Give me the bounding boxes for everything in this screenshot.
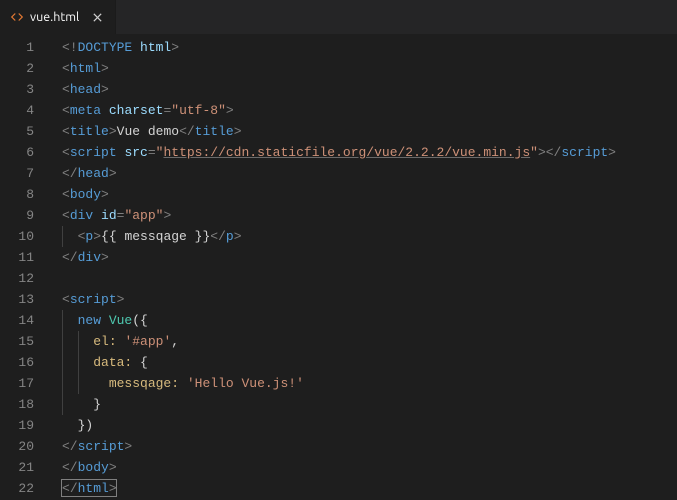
line-number: 4 (0, 100, 48, 121)
code-line[interactable]: new Vue({ (62, 310, 677, 331)
tab-filename: vue.html (30, 10, 79, 24)
code-line[interactable]: </div> (62, 247, 677, 268)
code-line[interactable]: </script> (62, 436, 677, 457)
code-area[interactable]: <!DOCTYPE html><html><head><meta charset… (48, 34, 677, 500)
code-line[interactable]: <script src="https://cdn.staticfile.org/… (62, 142, 677, 163)
tab-bar: vue.html (0, 0, 677, 34)
code-line[interactable]: </body> (62, 457, 677, 478)
code-line[interactable]: <p>{{ messqage }}</p> (62, 226, 677, 247)
line-number: 7 (0, 163, 48, 184)
line-number-gutter: 12345678910111213141516171819202122 (0, 34, 48, 500)
code-line[interactable]: </head> (62, 163, 677, 184)
line-number: 2 (0, 58, 48, 79)
line-number: 13 (0, 289, 48, 310)
line-number: 8 (0, 184, 48, 205)
code-line[interactable]: <div id="app"> (62, 205, 677, 226)
code-icon (10, 10, 24, 24)
code-line[interactable]: <!DOCTYPE html> (62, 37, 677, 58)
line-number: 3 (0, 79, 48, 100)
line-number: 19 (0, 415, 48, 436)
close-icon[interactable] (89, 9, 105, 25)
line-number: 18 (0, 394, 48, 415)
code-line[interactable]: data: { (62, 352, 677, 373)
line-number: 15 (0, 331, 48, 352)
code-line[interactable]: </html> (62, 478, 677, 499)
line-number: 17 (0, 373, 48, 394)
line-number: 11 (0, 247, 48, 268)
code-line[interactable]: <script> (62, 289, 677, 310)
code-line[interactable]: <title>Vue demo</title> (62, 121, 677, 142)
code-line[interactable] (62, 268, 677, 289)
code-line[interactable]: messqage: 'Hello Vue.js!' (62, 373, 677, 394)
code-line[interactable]: }) (62, 415, 677, 436)
code-editor[interactable]: 12345678910111213141516171819202122 <!DO… (0, 34, 677, 500)
line-number: 14 (0, 310, 48, 331)
code-line[interactable]: <meta charset="utf-8"> (62, 100, 677, 121)
line-number: 16 (0, 352, 48, 373)
code-line[interactable]: <head> (62, 79, 677, 100)
code-line[interactable]: el: '#app', (62, 331, 677, 352)
code-line[interactable]: <body> (62, 184, 677, 205)
line-number: 6 (0, 142, 48, 163)
line-number: 20 (0, 436, 48, 457)
line-number: 5 (0, 121, 48, 142)
line-number: 12 (0, 268, 48, 289)
line-number: 1 (0, 37, 48, 58)
code-line[interactable]: <html> (62, 58, 677, 79)
code-line[interactable]: } (62, 394, 677, 415)
tab-vue-html[interactable]: vue.html (0, 0, 116, 34)
line-number: 22 (0, 478, 48, 499)
line-number: 9 (0, 205, 48, 226)
line-number: 10 (0, 226, 48, 247)
line-number: 21 (0, 457, 48, 478)
